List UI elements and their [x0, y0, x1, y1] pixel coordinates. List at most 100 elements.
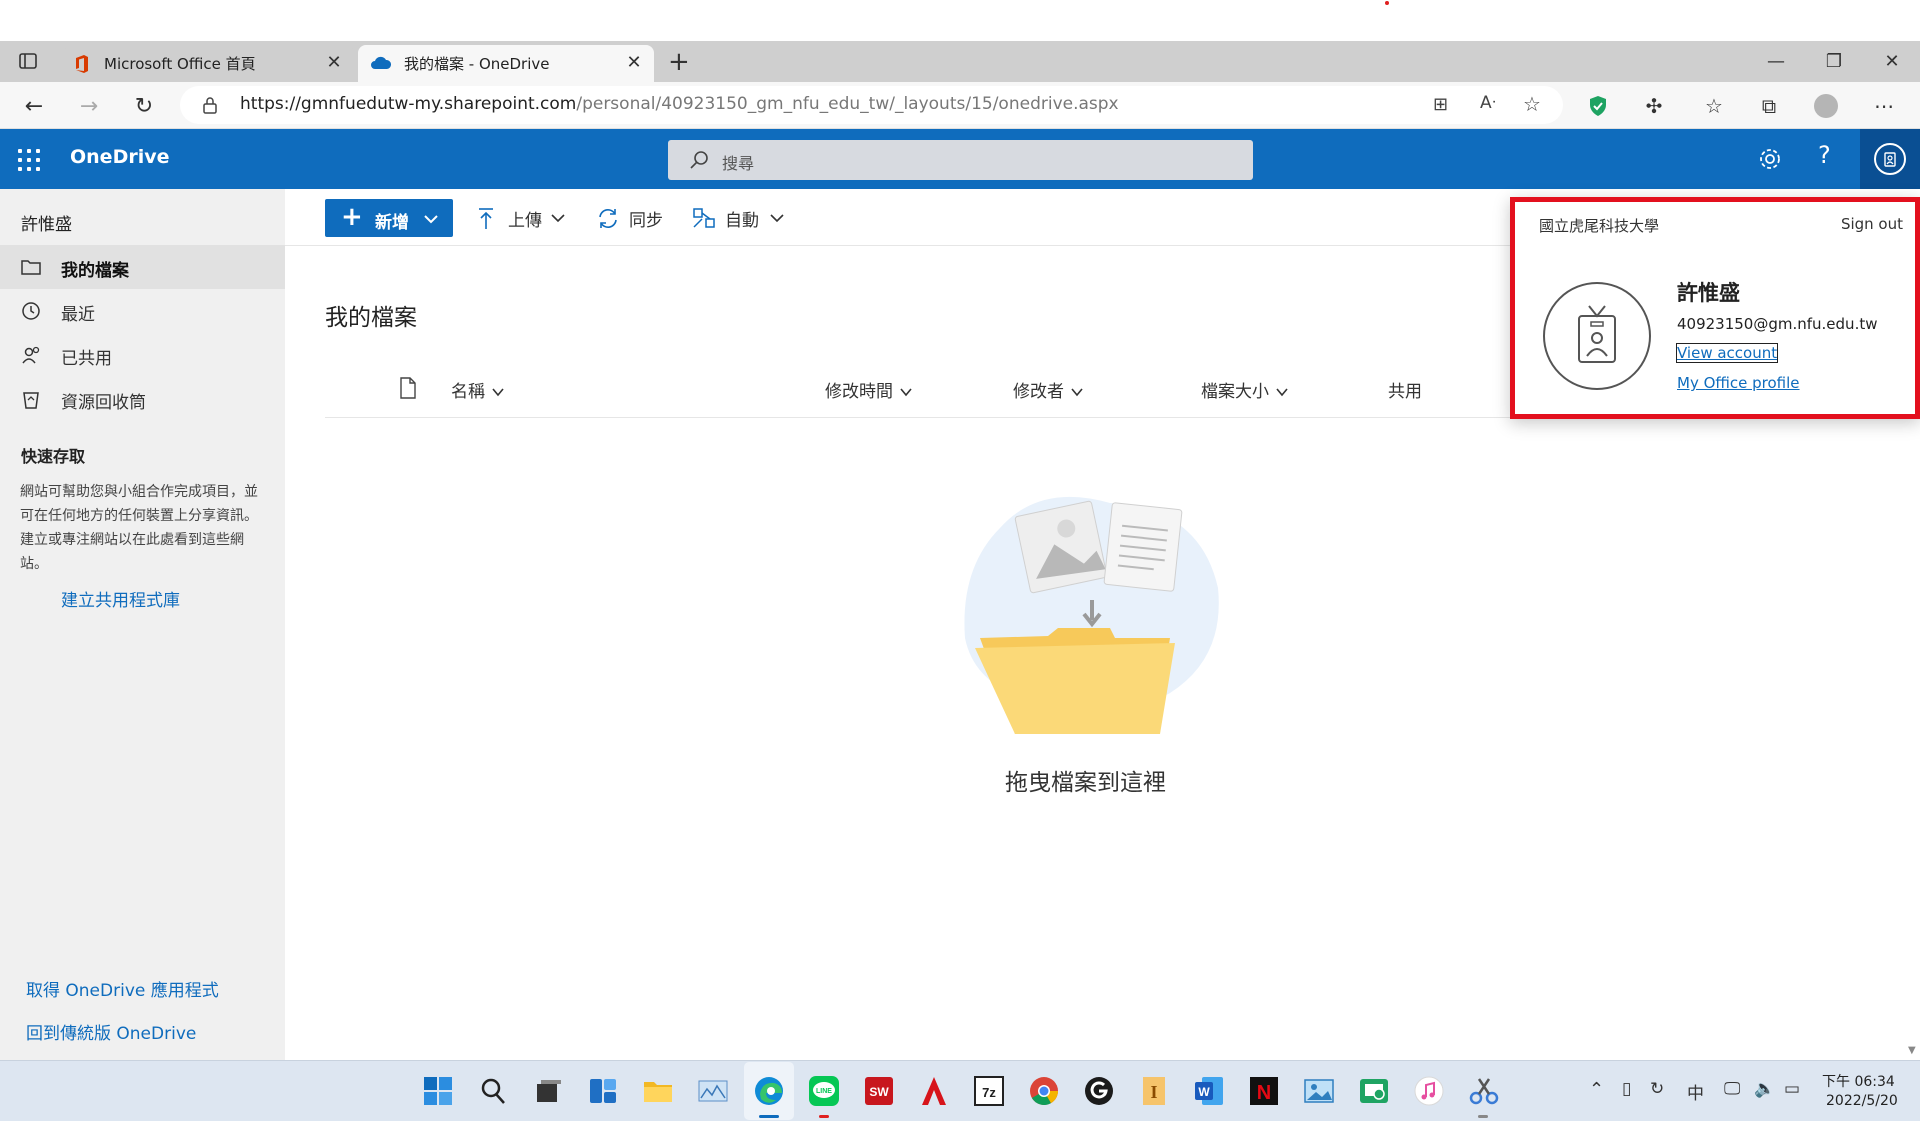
netflix-icon[interactable]: N [1247, 1074, 1281, 1108]
shield-extension-icon[interactable] [1588, 95, 1608, 117]
column-modified[interactable]: 修改時間 [825, 377, 913, 402]
profile-avatar-icon[interactable] [1814, 94, 1838, 118]
sync-button[interactable]: 同步 [596, 203, 676, 233]
settings-gear-icon[interactable] [1757, 146, 1783, 172]
nav-item-shared[interactable]: 已共用 [0, 333, 285, 377]
github-icon[interactable] [1082, 1074, 1116, 1108]
usb-device-icon[interactable]: ▯ [1622, 1079, 1631, 1099]
forward-icon[interactable]: → [73, 90, 105, 122]
view-account-link[interactable]: View account [1675, 343, 1779, 363]
clock-time[interactable]: 下午 06:34 [1822, 1071, 1895, 1091]
office-profile-link[interactable]: My Office profile [1677, 374, 1800, 392]
browser-tab-bar: Microsoft Office 首頁 ✕ 我的檔案 - OneDrive ✕ … [0, 41, 1920, 82]
back-icon[interactable]: ← [18, 90, 50, 122]
column-file-size[interactable]: 檔案大小 [1201, 377, 1289, 402]
restore-icon[interactable]: ❐ [1810, 41, 1858, 82]
favorites-icon[interactable]: ☆ [1698, 90, 1730, 122]
automate-button[interactable]: 自動 [692, 203, 792, 233]
more-icon[interactable]: ⋯ [1868, 90, 1900, 122]
classic-onedrive-link[interactable]: 回到傳統版 OneDrive [26, 1019, 196, 1044]
close-tab-icon[interactable]: ✕ [324, 53, 344, 73]
nav-item-recent[interactable]: 最近 [0, 289, 285, 333]
column-label: 修改者 [1013, 382, 1064, 402]
user-name: 許惟盛 [21, 215, 72, 235]
url-text: https://gmnfuedutw-my.sharepoint.com/per… [240, 94, 1119, 114]
address-bar-row: ← → ↻ https://gmnfuedutw-my.sharepoint.c… [0, 82, 1920, 129]
history-icon [22, 302, 40, 320]
sync-label: 同步 [629, 211, 663, 231]
account-manager-panel: 國立虎尾科技大學 Sign out 許惟盛 40923150@gm.nfu.ed… [1510, 197, 1920, 419]
svg-text:W: W [1198, 1085, 1210, 1099]
volume-icon[interactable]: 🔈 [1754, 1079, 1775, 1099]
read-aloud-icon[interactable]: Aᐧ [1480, 93, 1496, 113]
nav-item-my-files[interactable]: 我的檔案 [0, 245, 285, 289]
refresh-icon[interactable]: ↻ [128, 90, 160, 122]
upload-button[interactable]: 上傳 [475, 203, 575, 233]
task-view-icon[interactable] [531, 1074, 565, 1108]
app-launcher-icon[interactable] [18, 149, 40, 171]
help-icon[interactable]: ? [1818, 141, 1831, 169]
scroll-down-arrow-icon[interactable]: ▼ [1908, 1045, 1916, 1056]
nav-label: 資源回收筒 [61, 393, 146, 413]
file-explorer-icon[interactable] [641, 1074, 675, 1108]
automate-label: 自動 [725, 211, 759, 231]
monitor-app-icon[interactable] [696, 1074, 730, 1108]
network-icon[interactable]: 🖵 [1724, 1079, 1740, 1099]
user-badge-icon [1543, 282, 1651, 390]
minimize-icon[interactable]: — [1752, 41, 1800, 82]
url-field[interactable]: https://gmnfuedutw-my.sharepoint.com/per… [180, 86, 1563, 124]
app-install-icon[interactable]: ⊞ [1433, 94, 1448, 115]
ime-indicator[interactable]: 中 [1687, 1079, 1704, 1104]
new-button[interactable]: + 新增 [325, 199, 453, 237]
new-button-label: 新增 [375, 213, 409, 233]
chevron-down-icon [1276, 388, 1288, 397]
itunes-icon[interactable] [1412, 1074, 1446, 1108]
favorite-add-icon[interactable]: ☆ [1523, 92, 1541, 116]
plus-icon: + [341, 202, 363, 232]
edge-browser-icon[interactable] [752, 1074, 786, 1108]
page-title: 我的檔案 [325, 305, 417, 331]
illustrator-icon[interactable]: I [1137, 1074, 1171, 1108]
show-hidden-icons-icon[interactable]: ⌃ [1589, 1079, 1604, 1100]
create-shared-library-link[interactable]: 建立共用程式庫 [61, 586, 180, 611]
search-placeholder: 搜尋 [722, 154, 755, 173]
svg-text:7z: 7z [982, 1085, 996, 1100]
photos-app-icon[interactable] [1302, 1074, 1336, 1108]
sync-status-icon[interactable]: ↻ [1650, 1079, 1664, 1099]
tab-onedrive[interactable]: 我的檔案 - OneDrive ✕ [358, 45, 654, 82]
line-app-icon[interactable]: LINE [807, 1074, 841, 1108]
snipping-tool-icon[interactable] [1467, 1074, 1501, 1108]
sign-out-link[interactable]: Sign out [1841, 215, 1903, 233]
extensions-icon[interactable]: ✣ [1638, 90, 1670, 122]
tab-actions-icon[interactable] [18, 51, 38, 71]
column-name[interactable]: 名稱 [451, 377, 505, 402]
quick-access-description: 網站可幫助您與小組合作完成項目，並可在任何地方的任何裝置上分享資訊。建立或專注網… [20, 484, 258, 572]
new-tab-icon[interactable]: + [668, 47, 690, 77]
taskbar-search-icon[interactable] [476, 1074, 510, 1108]
column-modified-by[interactable]: 修改者 [1013, 377, 1084, 402]
widgets-icon[interactable] [586, 1074, 620, 1108]
solidworks-icon[interactable]: SW [862, 1074, 896, 1108]
close-tab-icon[interactable]: ✕ [624, 53, 644, 73]
line-notification-indicator [819, 1115, 829, 1118]
column-label: 檔案大小 [1201, 382, 1269, 402]
search-box[interactable]: 搜尋 [668, 140, 1253, 180]
windows-start-icon[interactable] [421, 1074, 455, 1108]
battery-icon[interactable]: ▭ [1784, 1079, 1800, 1099]
nav-item-recycle-bin[interactable]: 資源回收筒 [0, 377, 285, 421]
column-sharing[interactable]: 共用 [1388, 377, 1422, 402]
get-onedrive-app-link[interactable]: 取得 OneDrive 應用程式 [26, 976, 219, 1001]
clock-date[interactable]: 2022/5/20 [1826, 1093, 1898, 1109]
upload-label: 上傳 [508, 211, 542, 231]
word-icon[interactable]: W [1192, 1074, 1226, 1108]
account-button[interactable] [1860, 129, 1920, 189]
app-title[interactable]: OneDrive [70, 146, 170, 168]
chrome-icon[interactable] [1027, 1074, 1061, 1108]
remote-desktop-icon[interactable] [1357, 1074, 1391, 1108]
close-window-icon[interactable]: ✕ [1868, 41, 1916, 82]
organization-name: 國立虎尾科技大學 [1539, 217, 1660, 235]
7zip-icon[interactable]: 7z [972, 1074, 1006, 1108]
tab-office-home[interactable]: Microsoft Office 首頁 ✕ [64, 45, 354, 82]
collections-icon[interactable]: ⧉ [1753, 90, 1785, 122]
acrobat-icon[interactable] [917, 1074, 951, 1108]
